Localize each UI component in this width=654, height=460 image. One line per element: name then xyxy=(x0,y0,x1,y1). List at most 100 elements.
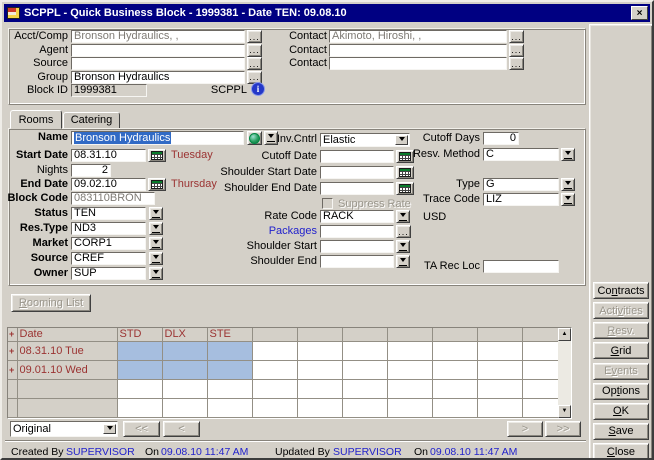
source-lookup-button[interactable]: ... xyxy=(247,57,262,70)
tab-catering[interactable]: Catering xyxy=(63,112,120,129)
type-lov-button[interactable] xyxy=(561,178,575,191)
grid-cell[interactable] xyxy=(207,379,252,398)
grid-cell[interactable] xyxy=(207,398,252,417)
contact1-lookup-button[interactable]: ... xyxy=(509,30,524,43)
shoulder-end-date-field[interactable] xyxy=(320,182,394,195)
grid-cell[interactable] xyxy=(477,360,522,379)
source-header-field[interactable] xyxy=(71,57,245,70)
grid-cell[interactable] xyxy=(252,360,297,379)
grid-cell[interactable] xyxy=(477,379,522,398)
chevron-down-icon[interactable] xyxy=(103,424,116,434)
grid-cell[interactable] xyxy=(432,379,477,398)
scroll-up-icon[interactable]: ▲ xyxy=(558,328,571,341)
side-button-contracts[interactable]: Contracts xyxy=(593,282,649,299)
grid-cell[interactable] xyxy=(207,360,252,379)
packages-field[interactable] xyxy=(320,225,394,238)
side-button-grid[interactable]: Grid xyxy=(593,342,649,359)
acct-comp-field[interactable]: Bronson Hydraulics, , xyxy=(71,30,245,43)
side-button-close[interactable]: Close xyxy=(593,443,649,460)
side-button-save[interactable]: Save xyxy=(593,423,649,440)
source-field[interactable]: CREF xyxy=(71,252,146,265)
contact3-lookup-button[interactable]: ... xyxy=(509,57,524,70)
status-field[interactable]: TEN xyxy=(71,207,146,220)
grid-cell[interactable] xyxy=(342,360,387,379)
market-field[interactable]: CORP1 xyxy=(71,237,146,250)
grid-cell[interactable] xyxy=(342,379,387,398)
grid-cell[interactable] xyxy=(252,341,297,360)
grid-view-select[interactable]: Original xyxy=(10,421,118,437)
info-icon[interactable]: i xyxy=(251,82,265,96)
rate-code-field[interactable]: RACK xyxy=(320,210,394,223)
owner-field[interactable]: SUP xyxy=(71,267,146,280)
contact2-lookup-button[interactable]: ... xyxy=(509,44,524,57)
grid-scrollbar[interactable]: ▲ ▼ xyxy=(558,328,571,418)
resv-method-lov-button[interactable] xyxy=(561,148,575,161)
grid-cell[interactable] xyxy=(297,341,342,360)
grid-cell[interactable] xyxy=(522,360,558,379)
res-type-lov-button[interactable] xyxy=(149,222,163,235)
grid-cell[interactable] xyxy=(297,398,342,417)
status-lov-button[interactable] xyxy=(149,207,163,220)
grid-cell[interactable] xyxy=(387,379,432,398)
inv-cntrl-combo[interactable]: Elastic xyxy=(320,133,410,147)
grid-cell[interactable] xyxy=(342,398,387,417)
grid-cell[interactable] xyxy=(162,360,207,379)
grid-cell[interactable] xyxy=(432,398,477,417)
grid-cell[interactable] xyxy=(477,398,522,417)
grid-cell[interactable] xyxy=(522,379,558,398)
grid-cell[interactable] xyxy=(432,360,477,379)
shoulder-end-field[interactable] xyxy=(320,255,394,268)
grid-cell[interactable] xyxy=(387,398,432,417)
grid-cell[interactable] xyxy=(117,341,162,360)
close-icon[interactable]: × xyxy=(631,6,648,20)
owner-lov-button[interactable] xyxy=(149,267,163,280)
contact1-field[interactable]: Akimoto, Hiroshi, , xyxy=(329,30,507,43)
start-date-field[interactable]: 08.31.10 xyxy=(71,149,146,162)
grid-cell[interactable] xyxy=(162,341,207,360)
scroll-down-icon[interactable]: ▼ xyxy=(558,405,571,418)
trace-code-lov-button[interactable] xyxy=(561,193,575,206)
source-lov-button[interactable] xyxy=(149,252,163,265)
grid-cell[interactable] xyxy=(522,398,558,417)
cutoff-date-field[interactable] xyxy=(320,150,394,163)
grid-cell[interactable] xyxy=(297,379,342,398)
cutoff-days-field[interactable]: 0 xyxy=(483,132,519,145)
grid-cell[interactable] xyxy=(207,341,252,360)
side-button-options[interactable]: Options xyxy=(593,383,649,400)
contact2-field[interactable] xyxy=(329,44,507,57)
grid-cell[interactable] xyxy=(297,360,342,379)
packages-lookup-button[interactable]: ... xyxy=(396,225,411,238)
resv-method-field[interactable]: C xyxy=(483,148,559,161)
rate-code-lov-button[interactable] xyxy=(396,210,410,223)
grid-cell[interactable] xyxy=(162,379,207,398)
grid-cell[interactable] xyxy=(117,379,162,398)
contact3-field[interactable] xyxy=(329,57,507,70)
agent-lookup-button[interactable]: ... xyxy=(247,44,262,57)
trace-code-field[interactable]: LIZ xyxy=(483,193,559,206)
grid-cell[interactable] xyxy=(432,341,477,360)
market-lov-button[interactable] xyxy=(149,237,163,250)
grid-cell[interactable] xyxy=(387,341,432,360)
grid-cell[interactable] xyxy=(387,360,432,379)
group-field[interactable]: Bronson Hydraulics xyxy=(71,71,245,84)
nights-field[interactable]: 2 xyxy=(71,164,111,177)
tab-rooms[interactable]: Rooms xyxy=(10,110,62,129)
grid-cell[interactable] xyxy=(252,379,297,398)
side-button-ok[interactable]: OK xyxy=(593,403,649,420)
grid-cell[interactable] xyxy=(522,341,558,360)
res-type-field[interactable]: ND3 xyxy=(71,222,146,235)
shoulder-start-date-field[interactable] xyxy=(320,166,394,179)
shoulder-start-field[interactable] xyxy=(320,240,394,253)
agent-field[interactable] xyxy=(71,44,245,57)
grid-cell[interactable] xyxy=(477,341,522,360)
grid-cell[interactable] xyxy=(162,398,207,417)
end-date-calendar-icon[interactable] xyxy=(148,178,166,191)
ta-rec-loc-field[interactable] xyxy=(483,260,559,273)
name-field[interactable]: Bronson Hydraulics xyxy=(71,131,244,145)
grid-cell[interactable] xyxy=(117,360,162,379)
grid-cell[interactable] xyxy=(342,341,387,360)
acct-comp-lookup-button[interactable]: ... xyxy=(247,30,262,43)
end-date-field[interactable]: 09.02.10 xyxy=(71,178,146,191)
grid-cell[interactable] xyxy=(252,398,297,417)
type-field[interactable]: G xyxy=(483,178,559,191)
